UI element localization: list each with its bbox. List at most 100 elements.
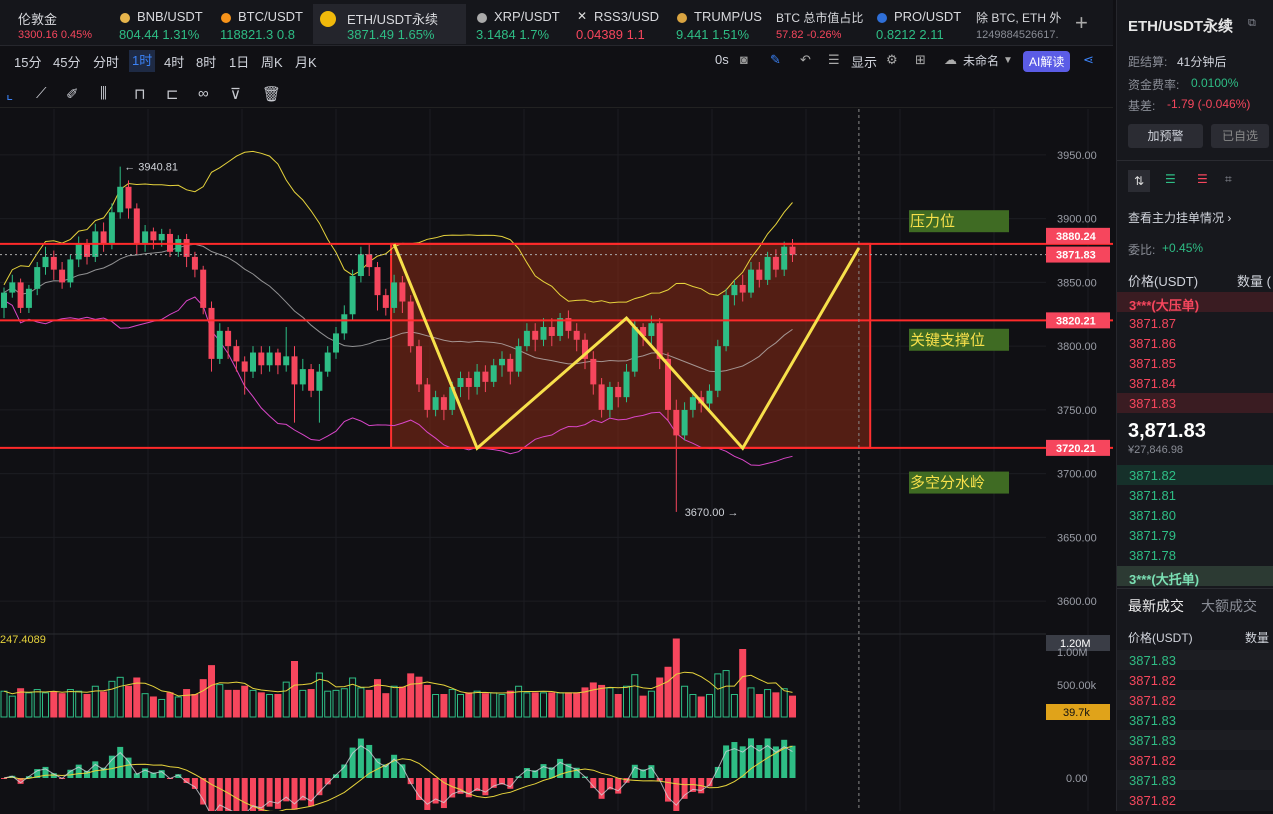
- tf-tick[interactable]: 分时: [93, 52, 119, 71]
- trades-price-header: 价格(USDT): [1128, 631, 1193, 645]
- gear-icon[interactable]: ⚙: [886, 52, 898, 68]
- volume-bar: [307, 689, 315, 718]
- candle: [9, 282, 16, 293]
- volume-bar: [199, 679, 207, 718]
- tf-15m[interactable]: 15分: [14, 52, 41, 71]
- bid-row[interactable]: 3871.79: [1117, 525, 1273, 545]
- depth-link[interactable]: 查看主力挂单情况 ›: [1128, 209, 1231, 226]
- template-icon[interactable]: ⊞: [915, 52, 926, 68]
- tab-altcap[interactable]: 除 BTC, ETH 外 1249884526617.: [972, 4, 1064, 44]
- candle-icon[interactable]: ⫼: [100, 85, 107, 102]
- tab-bnb[interactable]: BNB/USDT 804.44 1.31%: [115, 4, 205, 44]
- volume-bar: [564, 692, 572, 718]
- bid-row[interactable]: 3871.82: [1117, 465, 1273, 485]
- volume-bar: [473, 690, 481, 718]
- ai-button[interactable]: AI解读: [1023, 51, 1071, 72]
- bid-row[interactable]: 3871.80: [1117, 505, 1273, 525]
- ask-row[interactable]: 3871.84: [1117, 373, 1273, 393]
- camera-icon[interactable]: ◙: [740, 52, 748, 67]
- tf-month[interactable]: 月K: [295, 52, 317, 71]
- candle: [108, 212, 115, 245]
- book-asks-icon[interactable]: ☰: [1197, 172, 1208, 186]
- ruler-icon[interactable]: ⟋: [36, 85, 47, 102]
- pen-icon[interactable]: ✎: [770, 52, 781, 68]
- candle: [623, 371, 630, 398]
- book-both-icon[interactable]: ⇅: [1128, 170, 1150, 192]
- trash-icon[interactable]: 🗑: [262, 85, 281, 103]
- ask-row[interactable]: 3871.86: [1117, 333, 1273, 353]
- cloud-icon[interactable]: ☁: [944, 52, 957, 68]
- book-bids-icon[interactable]: ☰: [1165, 172, 1176, 186]
- tf-week[interactable]: 周K: [261, 52, 283, 71]
- lock-icon[interactable]: ⊓: [134, 85, 146, 103]
- popout-icon[interactable]: ⧉: [1248, 17, 1256, 30]
- tab-btc[interactable]: BTC/USDT 118821.3 0.8: [216, 4, 306, 44]
- candle: [142, 231, 149, 245]
- candle: [299, 369, 306, 385]
- tab-pro[interactable]: PRO/USDT 0.8212 2.11: [872, 4, 964, 44]
- candle: [748, 269, 754, 293]
- tab-label: BTC 总市值占比: [776, 11, 864, 25]
- tab-eth[interactable]: ETH/USDT永续 3871.49 1.65%: [313, 4, 466, 44]
- add-tab-button[interactable]: +: [1075, 10, 1088, 36]
- candle: [374, 267, 381, 296]
- add-alert-button[interactable]: 加预警: [1128, 124, 1203, 148]
- ask-row[interactable]: 3871.87: [1117, 313, 1273, 333]
- tab-trump[interactable]: TRUMP/US 9.441 1.51%: [672, 4, 762, 44]
- share-icon[interactable]: ⋖: [1083, 52, 1094, 68]
- tf-4h[interactable]: 4时: [164, 52, 184, 71]
- link-icon[interactable]: ∞: [198, 85, 209, 102]
- annotation-label: 多空分水岭: [910, 475, 985, 492]
- macd-bar: [598, 778, 605, 799]
- volume-bar: [116, 676, 124, 718]
- candle: [25, 288, 32, 308]
- layout-select[interactable]: 未命名: [963, 52, 999, 69]
- tab-big-trades[interactable]: 大额成交: [1201, 596, 1257, 616]
- candle: [200, 269, 207, 308]
- macd-tick: 0.00: [1066, 773, 1087, 785]
- tf-8h[interactable]: 8时: [196, 52, 216, 71]
- basis-label: 基差:: [1128, 99, 1156, 113]
- tf-45m[interactable]: 45分: [53, 52, 80, 71]
- ask-row[interactable]: 3871.83: [1117, 393, 1273, 413]
- indicator-value: 247.4089: [0, 634, 46, 646]
- macd-bar: [424, 778, 431, 810]
- bid-row[interactable]: 3871.78: [1117, 545, 1273, 565]
- brush-icon[interactable]: ✐: [66, 85, 79, 103]
- tf-1d[interactable]: 1日: [229, 52, 249, 71]
- tab-rss3[interactable]: ✕ RSS3/USD 0.04389 1.1: [572, 4, 664, 44]
- volume-bar: [739, 649, 747, 718]
- volume-bar: [722, 670, 730, 718]
- ask-row[interactable]: 3871.85: [1117, 353, 1273, 373]
- display-button[interactable]: 显示: [851, 52, 877, 71]
- macd-bar: [731, 742, 738, 778]
- chart-area[interactable]: 3950.00 3900.00 3850.00 3800.00 3750.00 3700.…: [0, 109, 1113, 814]
- tab-gold[interactable]: 伦敦金 3300.16 0.45%: [0, 4, 100, 44]
- candle: [333, 333, 339, 353]
- tf-1h[interactable]: 1时: [129, 50, 156, 72]
- depth-icon[interactable]: ⌗: [1225, 172, 1232, 187]
- volume-bar: [249, 689, 257, 718]
- candle: [291, 356, 298, 385]
- undo-icon[interactable]: ↶: [800, 52, 811, 68]
- tab-btc-dominance[interactable]: BTC 总市值占比 57.82 -0.26%: [772, 4, 864, 44]
- bid-row[interactable]: 3871.81: [1117, 485, 1273, 505]
- macd-bar: [233, 778, 240, 814]
- candle: [366, 254, 373, 268]
- cursor-icon[interactable]: ⌞: [6, 85, 13, 103]
- candle: [648, 323, 655, 336]
- tab-price: 3.1484 1.7%: [476, 27, 550, 42]
- volume-bar: [241, 685, 249, 718]
- list-icon[interactable]: ☰: [828, 52, 840, 68]
- candlestick-chart[interactable]: 3950.00 3900.00 3850.00 3800.00 3750.00 3700.…: [0, 109, 1113, 814]
- volume-bar: [232, 689, 240, 718]
- tab-xrp[interactable]: XRP/USDT 3.1484 1.7%: [472, 4, 564, 44]
- volume-bar: [548, 692, 556, 718]
- favorite-button[interactable]: 已自选: [1211, 124, 1269, 148]
- macd-bar: [117, 746, 124, 778]
- magnet-icon[interactable]: ⊏: [166, 85, 179, 103]
- volume-bar: [515, 685, 523, 718]
- candle: [75, 244, 82, 260]
- tab-latest-trades[interactable]: 最新成交: [1128, 596, 1184, 616]
- filter-icon[interactable]: ⊽: [230, 85, 241, 103]
